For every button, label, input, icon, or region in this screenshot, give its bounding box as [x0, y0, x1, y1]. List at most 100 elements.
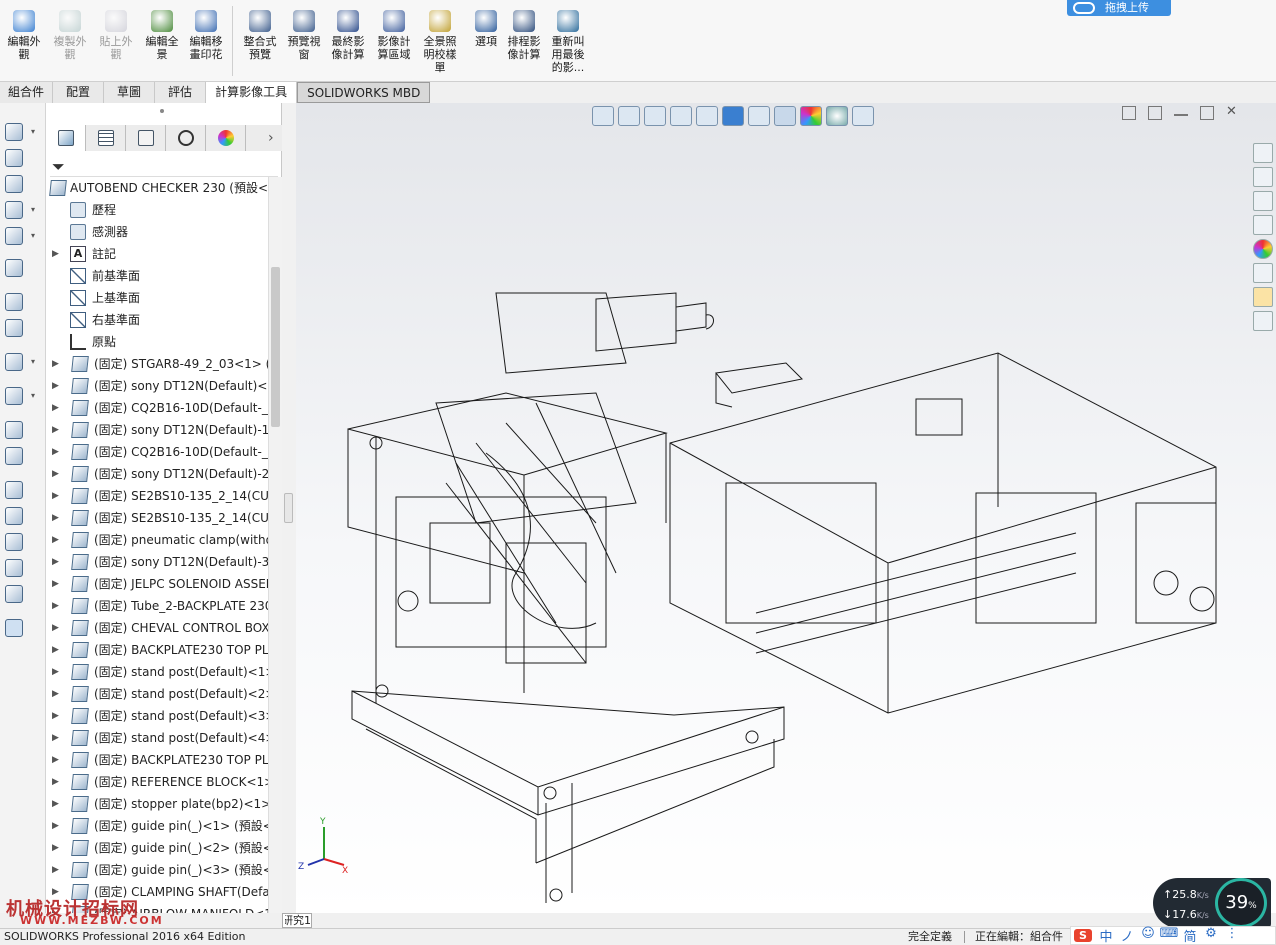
- tree-item[interactable]: ▶ (固定) sony DT12N(Default)<1>: [46, 375, 268, 397]
- tile-left-icon[interactable]: [1122, 106, 1136, 120]
- tree-scrollbar[interactable]: [268, 177, 282, 913]
- previous-view-icon[interactable]: [644, 106, 666, 126]
- tab-displaymanager[interactable]: [206, 125, 246, 151]
- tree-item[interactable]: ▶ (固定) sony DT12N(Default)-2<: [46, 463, 268, 485]
- expand-arrow-icon[interactable]: ▶: [52, 463, 59, 485]
- ribbon-button-2[interactable]: 貼上外觀: [96, 10, 136, 61]
- expand-arrow-icon[interactable]: ▶: [52, 815, 59, 837]
- tree-item[interactable]: ▶ (固定) CHEVAL CONTROL BOX: [46, 617, 268, 639]
- dropdown-arrow-icon[interactable]: ▾: [31, 391, 35, 400]
- hole-alignment-icon[interactable]: [5, 533, 23, 551]
- ime-punctuation-icon[interactable]: ノ: [1117, 926, 1137, 945]
- view-settings-icon[interactable]: [826, 106, 848, 126]
- minimize-icon[interactable]: [1174, 106, 1188, 116]
- component-pattern-icon[interactable]: [5, 175, 23, 193]
- appearances-icon[interactable]: [1253, 239, 1273, 259]
- ribbon-button-10[interactable]: 選項: [466, 10, 506, 48]
- ribbon-button-1[interactable]: 複製外觀: [50, 10, 90, 61]
- tab-dimxpertmanager[interactable]: [166, 125, 206, 151]
- expand-arrow-icon[interactable]: ▶: [52, 705, 59, 727]
- expand-arrow-icon[interactable]: ▶: [52, 551, 59, 573]
- tree-item[interactable]: ▶ (固定) BACKPLATE230 TOP PLA: [46, 639, 268, 661]
- file-explorer-icon[interactable]: [1253, 191, 1273, 211]
- solidworks-forum-icon[interactable]: [1253, 287, 1273, 307]
- interference-detection-icon[interactable]: [5, 481, 23, 499]
- tree-item[interactable]: ▶ (固定) stand post(Default)<4> (: [46, 727, 268, 749]
- tree-item[interactable]: ▶ (固定) STGAR8-49_2_03<1> (預: [46, 353, 268, 375]
- tree-item[interactable]: 前基準面: [46, 265, 268, 287]
- scroll-thumb[interactable]: [271, 267, 280, 427]
- expand-arrow-icon[interactable]: ▶: [52, 419, 59, 441]
- tree-item[interactable]: ▶ (固定) guide pin(_)<3> (預設<<: [46, 859, 268, 881]
- tab-1[interactable]: 配置: [53, 82, 105, 103]
- tab-4[interactable]: 計算影像工具: [206, 82, 298, 103]
- instant3d-icon[interactable]: [5, 619, 23, 637]
- tree-item[interactable]: 右基準面: [46, 309, 268, 331]
- dropdown-arrow-icon[interactable]: ▾: [31, 357, 35, 366]
- expand-arrow-icon[interactable]: ▶: [52, 727, 59, 749]
- tree-item[interactable]: ▶ (固定) Tube_2-BACKPLATE 230: [46, 595, 268, 617]
- tree-root[interactable]: AUTOBEND CHECKER 230 (預設<顯: [46, 177, 268, 199]
- expand-panel-icon[interactable]: ›: [268, 130, 274, 146]
- expand-arrow-icon[interactable]: ▶: [52, 859, 59, 881]
- ime-keyboard-icon[interactable]: ⌨: [1159, 926, 1179, 945]
- tab-5[interactable]: SOLIDWORKS MBD: [297, 82, 431, 103]
- expand-arrow-icon[interactable]: ▶: [52, 485, 59, 507]
- expand-arrow-icon[interactable]: ▶: [52, 243, 59, 265]
- tree-item[interactable]: ▶ A 註記: [46, 243, 268, 265]
- tile-right-icon[interactable]: [1148, 106, 1162, 120]
- zoom-to-fit-icon[interactable]: [592, 106, 614, 126]
- smart-fasteners-icon[interactable]: [5, 201, 23, 219]
- tree-item[interactable]: ▶ (固定) pneumatic clamp(withou: [46, 529, 268, 551]
- expand-arrow-icon[interactable]: ▶: [52, 837, 59, 859]
- zoom-to-area-icon[interactable]: [618, 106, 640, 126]
- sogou-logo-icon[interactable]: S: [1074, 929, 1092, 942]
- comments-icon[interactable]: [1253, 311, 1273, 331]
- view-palette-icon[interactable]: [1253, 215, 1273, 235]
- ribbon-button-3[interactable]: 編輯全景: [142, 10, 182, 61]
- display-pane-icon[interactable]: [852, 106, 874, 126]
- close-icon[interactable]: ✕: [1226, 105, 1240, 120]
- expand-arrow-icon[interactable]: ▶: [52, 507, 59, 529]
- tree-item[interactable]: ▶ (固定) guide pin(_)<2> (預設<<: [46, 837, 268, 859]
- section-view-icon[interactable]: [670, 106, 692, 126]
- move-component-icon[interactable]: [5, 227, 23, 245]
- tab-3[interactable]: 評估: [155, 82, 207, 103]
- tree-item[interactable]: 原點: [46, 331, 268, 353]
- expand-arrow-icon[interactable]: ▶: [52, 793, 59, 815]
- tree-item[interactable]: ▶ (固定) SE2BS10-135_2_14(CUT-: [46, 507, 268, 529]
- mate-icon[interactable]: [5, 149, 23, 167]
- mass-properties-icon[interactable]: [5, 585, 23, 603]
- expand-arrow-icon[interactable]: ▶: [52, 617, 59, 639]
- wireframe-assembly-model[interactable]: [296, 103, 1276, 913]
- view-orientation-icon[interactable]: [696, 106, 718, 126]
- expand-arrow-icon[interactable]: ▶: [52, 639, 59, 661]
- expand-arrow-icon[interactable]: ▶: [52, 661, 59, 683]
- model-study-tab[interactable]: 模型 3D 研究1: [282, 913, 312, 928]
- custom-properties-icon[interactable]: [1253, 263, 1273, 283]
- insert-components-icon[interactable]: [5, 123, 23, 141]
- ribbon-button-12[interactable]: 重新叫用最後的影...: [548, 10, 588, 74]
- tree-item[interactable]: ▶ (固定) JELPC SOLENOID ASSEM: [46, 573, 268, 595]
- ribbon-button-6[interactable]: 預覽視窗: [284, 10, 324, 61]
- display-style-icon[interactable]: [722, 106, 744, 126]
- tree-item[interactable]: ▶ (固定) stand post(Default)<2> (: [46, 683, 268, 705]
- dropdown-arrow-icon[interactable]: ▾: [31, 205, 35, 214]
- show-hidden-icon[interactable]: [5, 259, 23, 277]
- tab-featuremanager[interactable]: [46, 125, 86, 151]
- ribbon-button-8[interactable]: 影像計算區域: [374, 10, 414, 61]
- panel-splitter[interactable]: [282, 103, 296, 913]
- tree-item[interactable]: ▶ (固定) guide pin(_)<1> (預設<<: [46, 815, 268, 837]
- ime-chinese-mode-icon[interactable]: 中: [1096, 926, 1116, 945]
- tree-item[interactable]: ▶ (固定) CQ2B16-10D(Default-_fl: [46, 441, 268, 463]
- exploded-view-icon[interactable]: [5, 421, 23, 439]
- bill-of-materials-icon[interactable]: [5, 387, 23, 405]
- splitter-grip[interactable]: [284, 493, 293, 523]
- tree-item[interactable]: ▶ (固定) SE2BS10-135_2_14(CUT-: [46, 485, 268, 507]
- ribbon-button-7[interactable]: 最終影像計算: [328, 10, 368, 61]
- ime-settings-icon[interactable]: ⚙: [1201, 926, 1221, 945]
- explode-line-sketch-icon[interactable]: [5, 447, 23, 465]
- tab-0[interactable]: 組合件: [0, 82, 54, 103]
- expand-arrow-icon[interactable]: ▶: [52, 375, 59, 397]
- dropdown-arrow-icon[interactable]: ▾: [31, 127, 35, 136]
